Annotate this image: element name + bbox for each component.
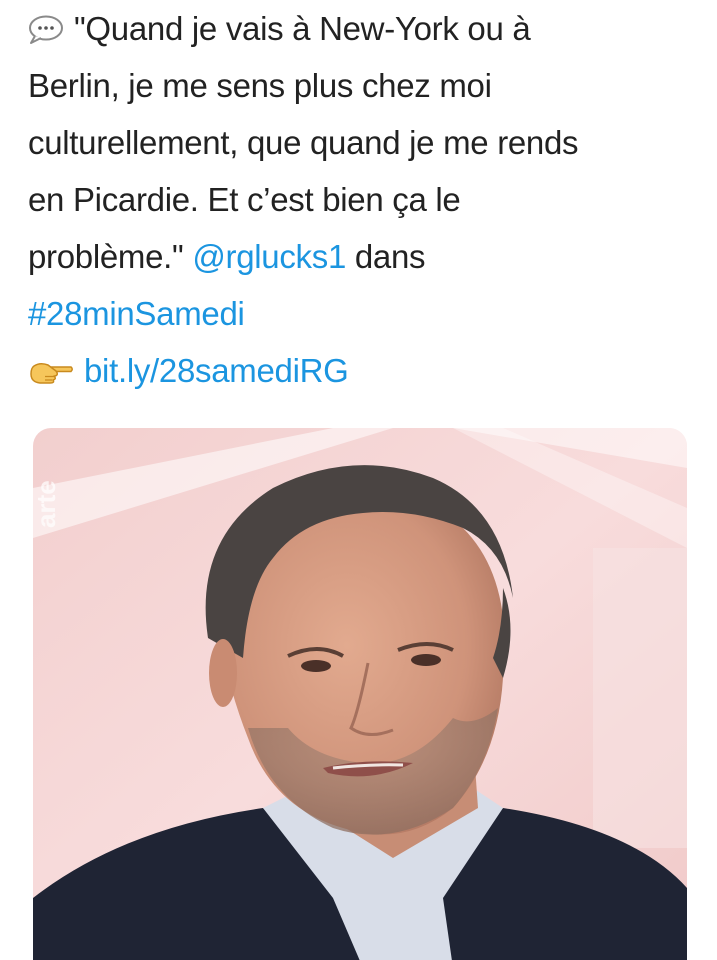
short-url-link[interactable]: bit.ly/28samediRG (84, 352, 349, 389)
hashtag-link[interactable]: #28minSamedi (28, 295, 245, 332)
mention-link[interactable]: @rglucks1 (192, 238, 346, 275)
pointing-hand-icon (28, 345, 74, 384)
watermark-text: arte (33, 480, 61, 528)
tweet-text-line: Berlin, je me sens plus chez moi (28, 67, 492, 104)
tweet-text-line: culturellement, que quand je me rends (28, 124, 579, 161)
tweet-body: "Quand je vais à New-York ou à Berlin, j… (28, 0, 703, 399)
tweet-line-3: culturellement, que quand je me rends (28, 114, 703, 171)
tweet-line-7: bit.ly/28samediRG (28, 342, 703, 399)
tweet-text-line: en Picardie. Et c’est bien ça le (28, 181, 461, 218)
tweet-line-4: en Picardie. Et c’est bien ça le (28, 171, 703, 228)
tweet-text-line: problème." (28, 238, 193, 275)
tweet-line-5: problème." @rglucks1 dans (28, 228, 703, 285)
tweet-line-6: #28minSamedi (28, 285, 703, 342)
tweet-media-photo[interactable]: arte (33, 428, 687, 960)
arte-watermark: arte (33, 480, 61, 528)
speech-bubble-icon (28, 15, 66, 44)
tweet-line-1: "Quand je vais à New-York ou à (28, 0, 703, 57)
tweet-line-2: Berlin, je me sens plus chez moi (28, 57, 703, 114)
tweet-text-line: "Quand je vais à New-York ou à (74, 10, 531, 47)
tweet-screenshot: "Quand je vais à New-York ou à Berlin, j… (0, 0, 717, 960)
tweet-text-line: dans (346, 238, 426, 275)
